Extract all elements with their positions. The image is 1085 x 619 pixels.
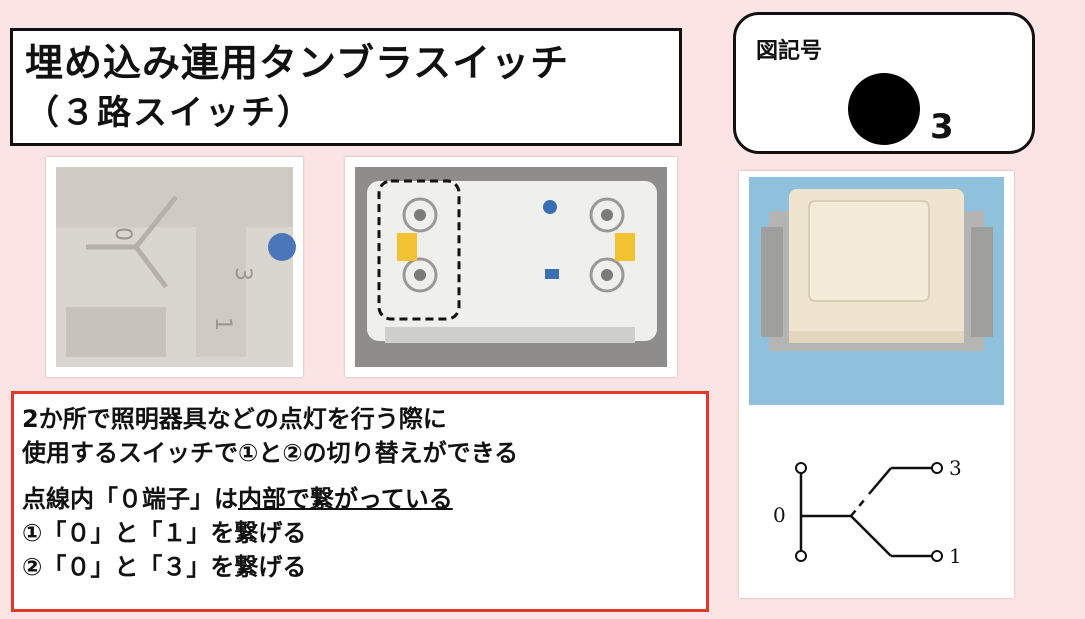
terminal-0-label: 0 [773, 503, 786, 527]
page-title: 埋め込み連用タンブラスイッチ [25, 41, 570, 85]
symbol-number: 3 [930, 107, 954, 147]
description-line-3-underlined: 内部で繋がっている [238, 485, 453, 513]
terminal-closeup-photo: 3 1 0 [46, 157, 303, 377]
switch-back-image [355, 167, 667, 367]
switch-symbol-dot-icon [848, 73, 920, 145]
symbol-box: 図記号 3 [733, 12, 1035, 154]
closeup-mark-0: 0 [110, 227, 135, 241]
description-line-2: 使用するスイッチで①と②の切り替えができる [22, 439, 519, 467]
terminal-closeup-image: 3 1 0 [56, 167, 296, 367]
description-box: 2か所で照明器具などの点灯を行う際に 使用するスイッチで①と②の切り替えができる… [11, 391, 709, 612]
description-line-5: ②「０」と「３」を繋げる [22, 553, 307, 581]
terminal-top-circle [795, 462, 807, 474]
switch-schematic-diagram: 0 3 1 [773, 456, 962, 568]
closeup-mark-3: 3 [230, 267, 255, 281]
terminal-1-label: 1 [949, 544, 962, 568]
description-line-3: 点線内「０端子」は内部で繋がっている [22, 482, 698, 516]
description-line-1: 2か所で照明器具などの点灯を行う際に [22, 405, 447, 433]
terminal-1-circle [931, 550, 943, 562]
page-subtitle: （３路スイッチ） [25, 93, 313, 133]
switch-back-photo [345, 157, 677, 377]
closeup-mark-1: 1 [210, 317, 235, 331]
terminal-3-label: 3 [949, 456, 962, 480]
symbol-label: 図記号 [756, 39, 823, 64]
description-line-3-prefix: 点線内「０端子」は [22, 485, 238, 513]
title-box: 埋め込み連用タンブラスイッチ （３路スイッチ） [10, 28, 682, 146]
terminal-bottom-circle [795, 550, 807, 562]
switch-and-schematic-panel: 0 3 1 [739, 171, 1014, 598]
terminal-3-circle [931, 462, 943, 474]
switch-front-image [749, 177, 1004, 405]
description-line-4: ①「０」と「１」を繋げる [22, 519, 307, 547]
